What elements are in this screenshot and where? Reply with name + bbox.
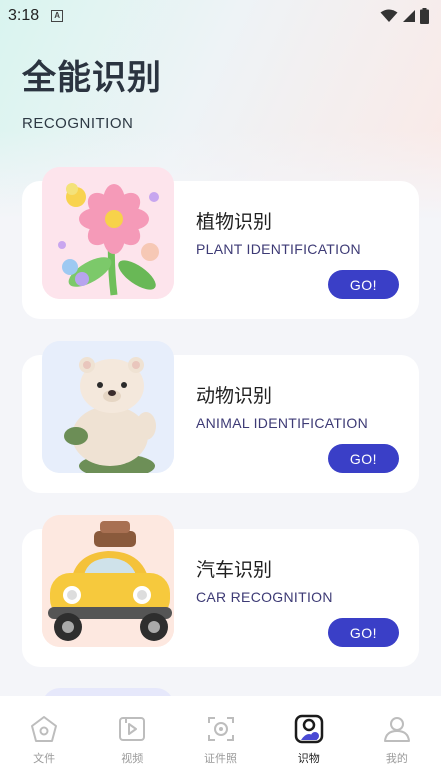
flower-illustration xyxy=(42,167,174,299)
tab-label: 文件 xyxy=(33,752,56,765)
bear-illustration xyxy=(42,341,174,473)
tab-id-photo[interactable]: 证件照 xyxy=(176,696,264,784)
card-subtitle: PLANT IDENTIFICATION xyxy=(196,241,361,257)
page-title: 全能识别 xyxy=(22,58,162,98)
recognize-icon xyxy=(294,714,323,744)
car-illustration xyxy=(42,515,174,647)
tab-label: 视频 xyxy=(121,752,144,765)
card-title: 动物识别 xyxy=(196,385,273,407)
profile-icon xyxy=(383,717,410,742)
tab-recognize[interactable]: 识物 xyxy=(265,696,353,784)
card-subtitle: ANIMAL IDENTIFICATION xyxy=(196,415,368,431)
card-title: 汽车识别 xyxy=(196,559,273,581)
notification-icon: A xyxy=(51,10,64,22)
tab-file[interactable]: 文件 xyxy=(0,696,88,784)
page-header: 全能识别 RECOGNITION xyxy=(22,50,162,132)
card-title: 植物识别 xyxy=(196,211,273,233)
tab-video[interactable]: 视频 xyxy=(88,696,176,784)
signal-icon xyxy=(403,10,415,22)
tab-label: 我的 xyxy=(385,752,408,765)
animal-go-button[interactable]: GO! xyxy=(328,444,399,473)
status-time: 3:18 xyxy=(8,7,40,24)
tab-label: 识物 xyxy=(297,752,320,765)
card-car-recognition[interactable]: 汽车识别 CAR RECOGNITION GO! xyxy=(22,515,419,667)
battery-icon xyxy=(420,8,429,24)
card-animal-identification[interactable]: 动物识别 ANIMAL IDENTIFICATION GO! xyxy=(22,341,419,493)
id-photo-icon xyxy=(207,717,234,741)
status-bar: 3:18 A xyxy=(0,0,441,32)
file-icon xyxy=(31,716,58,742)
status-icons xyxy=(380,8,429,24)
card-subtitle: CAR RECOGNITION xyxy=(196,589,333,605)
wifi-icon xyxy=(380,9,398,22)
car-go-button[interactable]: GO! xyxy=(328,618,399,647)
tab-profile[interactable]: 我的 xyxy=(353,696,441,784)
page-subtitle: RECOGNITION xyxy=(22,115,134,132)
bottom-tab-bar: 文件 视频 证件照 识物 我的 xyxy=(0,696,441,784)
video-icon xyxy=(119,717,146,741)
tab-label: 证件照 xyxy=(204,752,237,765)
card-plant-identification[interactable]: 植物识别 PLANT IDENTIFICATION GO! xyxy=(22,167,419,319)
plant-go-button[interactable]: GO! xyxy=(328,270,399,299)
